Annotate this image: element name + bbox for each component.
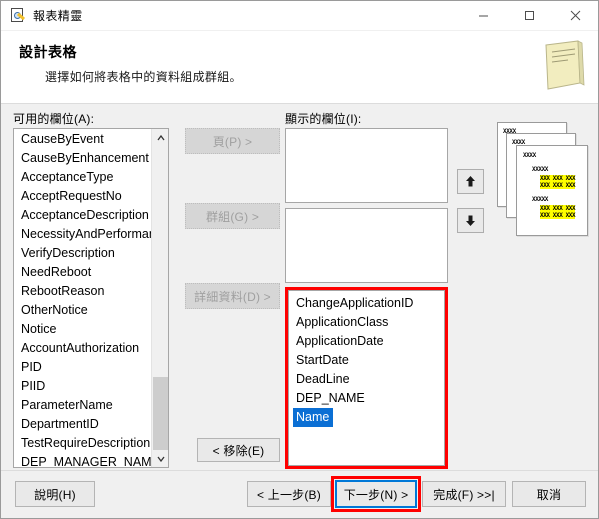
list-item[interactable]: TestRequireDescription — [18, 434, 153, 453]
available-fields-label: 可用的欄位(A): — [13, 112, 95, 126]
detail-fields-listbox[interactable]: ChangeApplicationID ApplicationClass Appli… — [288, 290, 445, 466]
scrollbar-thumb[interactable] — [153, 377, 168, 450]
page-transfer-button[interactable]: 頁(P) > — [185, 128, 280, 154]
help-button[interactable]: 說明(H) — [15, 481, 95, 507]
cancel-button[interactable]: 取消 — [512, 481, 586, 507]
available-fields-listbox[interactable]: CauseByEvent CauseByEnhancement Acceptance… — [13, 128, 169, 468]
preview-page-front: XXXX XXXXX XXX XXX XXX XXX XXX XXX XXXXX… — [516, 145, 588, 236]
list-item[interactable]: VerifyDescription — [18, 244, 153, 263]
back-button[interactable]: < 上一步(B) — [247, 481, 331, 507]
list-item[interactable]: AccountAuthorization — [18, 339, 153, 358]
report-layout-preview: XXXX XXXX XXXX XXXXX XXX XXX XXX XXX XXX… — [497, 122, 592, 242]
document-page-icon — [545, 40, 585, 90]
list-item[interactable]: PID — [18, 358, 153, 377]
wizard-body: 可用的欄位(A): CauseByEvent CauseByEnhancement… — [1, 104, 598, 470]
wizard-header: 設計表格 選擇如何將表格中的資料組成群組。 — [1, 31, 598, 104]
list-item[interactable]: CauseByEnhancement — [18, 149, 153, 168]
move-up-button[interactable] — [457, 169, 484, 194]
page-fields-listbox[interactable] — [285, 128, 448, 203]
list-item[interactable]: DEP_NAME — [293, 389, 444, 408]
detail-transfer-button[interactable]: 詳細資料(D) > — [185, 283, 280, 309]
list-item[interactable]: NecessityAndPerformance — [18, 225, 168, 244]
title-bar: 報表精靈 — [1, 1, 598, 31]
arrow-up-icon — [466, 176, 475, 187]
list-item[interactable]: ParameterName — [18, 396, 153, 415]
window-title: 報表精靈 — [33, 9, 83, 23]
report-wizard-icon — [10, 7, 26, 24]
list-item[interactable]: ApplicationDate — [293, 332, 444, 351]
list-item[interactable]: ApplicationClass — [293, 313, 444, 332]
list-item[interactable]: PIID — [18, 377, 153, 396]
list-item[interactable]: RebootReason — [18, 282, 153, 301]
maximize-icon[interactable] — [506, 1, 552, 31]
list-item[interactable]: AcceptanceDescription — [18, 206, 153, 225]
list-item[interactable]: ChangeApplicationID — [293, 294, 444, 313]
list-item[interactable]: AcceptRequestNo — [18, 187, 153, 206]
list-item[interactable]: DeadLine — [293, 370, 444, 389]
page-subtitle: 選擇如何將表格中的資料組成群組。 — [45, 70, 242, 84]
remove-button[interactable]: < 移除(E) — [197, 438, 280, 462]
list-item[interactable]: Name — [293, 408, 334, 427]
list-item[interactable]: CauseByEvent — [18, 130, 153, 149]
list-item[interactable]: DepartmentID — [18, 415, 153, 434]
arrow-down-icon — [466, 215, 475, 226]
available-fields-scrollbar[interactable] — [151, 129, 168, 467]
list-item[interactable]: Notice — [18, 320, 153, 339]
report-wizard-window: 報表精靈 設計表格 選擇如何將表格中的資料組成群組。 可用的欄位(A): Cau… — [0, 0, 599, 519]
list-item[interactable]: DEP_MANAGER_NAME — [18, 453, 160, 467]
displayed-fields-label: 顯示的欄位(I): — [285, 112, 362, 126]
list-item[interactable]: OtherNotice — [18, 301, 153, 320]
wizard-footer: 說明(H) < 上一步(B) 下一步(N) > 完成(F) >>| 取消 — [1, 470, 598, 518]
move-down-button[interactable] — [457, 208, 484, 233]
finish-button[interactable]: 完成(F) >>| — [422, 481, 506, 507]
list-item[interactable]: NeedReboot — [18, 263, 153, 282]
chevron-down-icon[interactable] — [152, 450, 168, 467]
group-transfer-button[interactable]: 群組(G) > — [185, 203, 280, 229]
close-icon[interactable] — [552, 1, 598, 31]
list-item[interactable]: AcceptanceType — [18, 168, 153, 187]
minimize-icon[interactable] — [460, 1, 506, 31]
next-button[interactable]: 下一步(N) > — [335, 480, 417, 508]
group-fields-listbox[interactable] — [285, 208, 448, 283]
chevron-up-icon[interactable] — [152, 129, 168, 146]
window-controls — [460, 1, 598, 31]
page-title: 設計表格 — [19, 44, 77, 60]
list-item[interactable]: StartDate — [293, 351, 444, 370]
